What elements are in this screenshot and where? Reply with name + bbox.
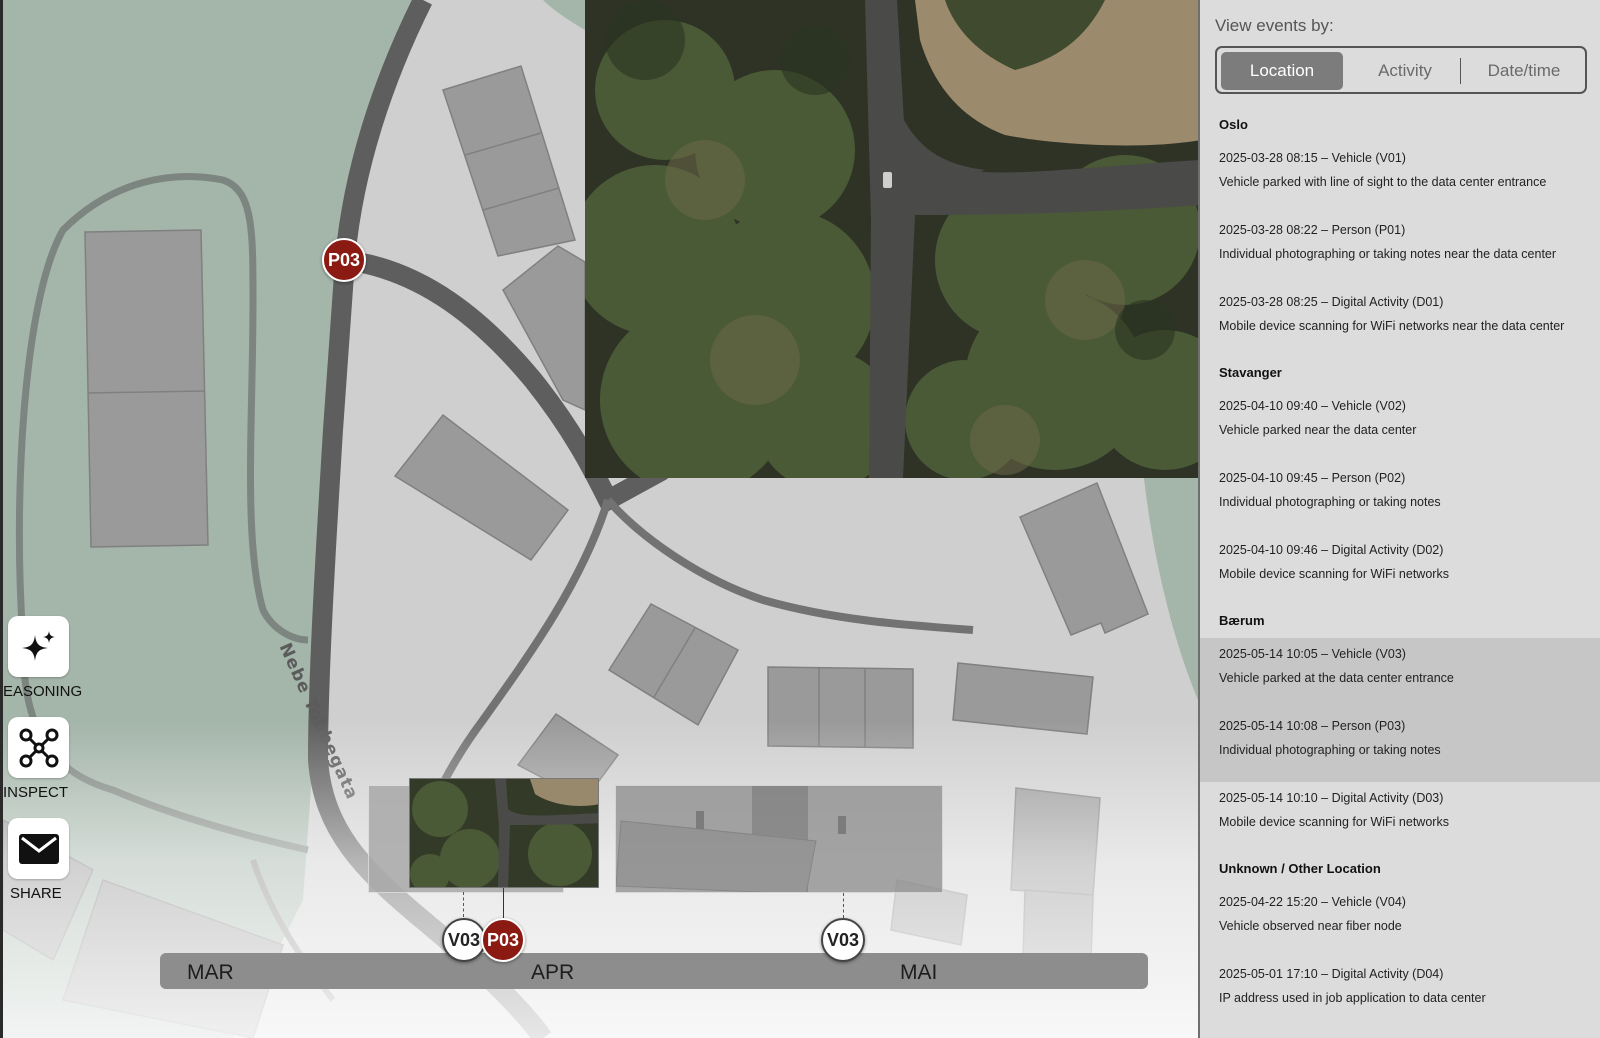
event-item[interactable]: 2025-05-01 17:10 – Digital Activity (D04… <box>1200 958 1600 1030</box>
share-button[interactable]: SHARE <box>3 818 93 902</box>
event-description: Individual photographing or taking notes <box>1219 743 1441 757</box>
envelope-icon <box>8 818 69 879</box>
share-label: SHARE <box>10 885 62 902</box>
event-item[interactable]: 2025-03-28 08:15 – Vehicle (V01) Vehicle … <box>1200 142 1600 214</box>
event-item[interactable]: 2025-04-10 09:46 – Digital Activity (D02… <box>1200 534 1600 606</box>
event-group-title: Bærum <box>1219 613 1265 628</box>
tab-activity[interactable]: Activity <box>1347 52 1463 90</box>
event-description: Mobile device scanning for WiFi networks <box>1219 567 1449 581</box>
event-description: Vehicle parked near the data center <box>1219 423 1417 437</box>
view-events-label: View events by: <box>1215 16 1334 35</box>
event-heading: 2025-04-10 09:46 – Digital Activity (D02… <box>1219 543 1444 557</box>
event-description: Individual photographing or taking notes… <box>1219 247 1557 261</box>
inspect-button[interactable]: INSPECT <box>3 717 93 801</box>
sparkle-icon <box>8 616 69 677</box>
map-marker-p03[interactable]: P03 <box>322 238 366 282</box>
timeline-marker-v03[interactable]: V03 <box>442 918 486 962</box>
event-group-title: Oslo <box>1219 117 1248 132</box>
reasoning-label: EASONING <box>3 683 83 700</box>
event-description: IP address used in job application to da… <box>1219 991 1486 1005</box>
event-heading: 2025-04-22 15:20 – Vehicle (V04) <box>1219 895 1406 909</box>
event-item[interactable]: 2025-05-14 10:08 – Person (P03) Individua… <box>1200 710 1600 782</box>
timeline-month-apr: APR <box>531 961 575 984</box>
drone-photo-image <box>585 0 1198 478</box>
event-item[interactable]: 2025-04-22 15:20 – Vehicle (V04) Vehicle … <box>1200 886 1600 958</box>
event-list: Oslo 2025-03-28 08:15 – Vehicle (V01) Vehi… <box>1200 112 1600 1030</box>
event-heading: 2025-05-01 17:10 – Digital Activity (D04… <box>1219 967 1444 981</box>
event-description: Vehicle observed near fiber node <box>1219 919 1402 933</box>
tab-location[interactable]: Location <box>1221 52 1343 90</box>
view-mode-switch: Location Activity Date/time <box>1215 46 1587 94</box>
event-heading: 2025-04-10 09:40 – Vehicle (V02) <box>1219 399 1406 413</box>
tab-datetime[interactable]: Date/time <box>1465 52 1583 90</box>
event-description: Mobile device scanning for WiFi networks <box>1219 815 1449 829</box>
inspect-label: INSPECT <box>3 784 69 801</box>
event-description: Individual photographing or taking notes <box>1219 495 1441 509</box>
event-item[interactable]: 2025-04-10 09:45 – Person (P02) Individua… <box>1200 462 1600 534</box>
event-heading: 2025-05-14 10:10 – Digital Activity (D03… <box>1219 791 1444 805</box>
event-description: Vehicle parked at the data center entran… <box>1219 671 1454 685</box>
app-root: Nebe Tobbegata P03 MAR APR MAI V03 P03 V… <box>0 0 1600 1038</box>
event-item[interactable]: 2025-04-10 09:40 – Vehicle (V02) Vehicle … <box>1200 390 1600 462</box>
event-heading: 2025-04-10 09:45 – Person (P02) <box>1219 471 1406 485</box>
timeline-month-mar: MAR <box>187 961 234 984</box>
tab-divider <box>1460 58 1461 84</box>
event-item[interactable]: 2025-03-28 08:25 – Digital Activity (D01… <box>1200 286 1600 358</box>
event-item[interactable]: 2025-03-28 08:22 – Person (P01) Individua… <box>1200 214 1600 286</box>
timeline-thumbnail-active[interactable] <box>409 778 599 888</box>
timeline-month-mai: MAI <box>900 961 938 984</box>
event-item[interactable]: 2025-05-14 10:10 – Digital Activity (D03… <box>1200 782 1600 854</box>
event-heading: 2025-03-28 08:22 – Person (P01) <box>1219 223 1406 237</box>
event-heading: 2025-05-14 10:08 – Person (P03) <box>1219 719 1406 733</box>
timeline-marker-v03[interactable]: V03 <box>821 918 865 962</box>
event-group-title: Unknown / Other Location <box>1219 861 1381 876</box>
event-description: Vehicle parked with line of sight to the… <box>1219 175 1547 189</box>
event-heading: 2025-03-28 08:15 – Vehicle (V01) <box>1219 151 1406 165</box>
event-heading: 2025-05-14 10:05 – Vehicle (V03) <box>1219 647 1406 661</box>
event-item[interactable]: 2025-05-14 10:05 – Vehicle (V03) Vehicle … <box>1200 638 1600 710</box>
event-description: Mobile device scanning for WiFi networks… <box>1219 319 1565 333</box>
event-heading: 2025-03-28 08:25 – Digital Activity (D01… <box>1219 295 1444 309</box>
events-sidebar: View events by: Location Activity Date/t… <box>1198 0 1600 1038</box>
reasoning-button[interactable]: EASONING <box>3 616 93 700</box>
timeline-tick <box>843 893 844 918</box>
event-group-title: Stavanger <box>1219 365 1282 380</box>
timeline-bar[interactable] <box>160 953 1148 989</box>
drone-photo[interactable] <box>585 0 1198 478</box>
timeline-thumbnail-cctv[interactable] <box>615 785 943 893</box>
map-view[interactable]: Nebe Tobbegata P03 MAR APR MAI V03 P03 V… <box>3 0 1198 1038</box>
timeline-tick <box>463 892 464 917</box>
timeline-tick <box>503 888 504 918</box>
graph-nodes-icon <box>8 717 69 778</box>
timeline-marker-p03[interactable]: P03 <box>481 918 525 962</box>
